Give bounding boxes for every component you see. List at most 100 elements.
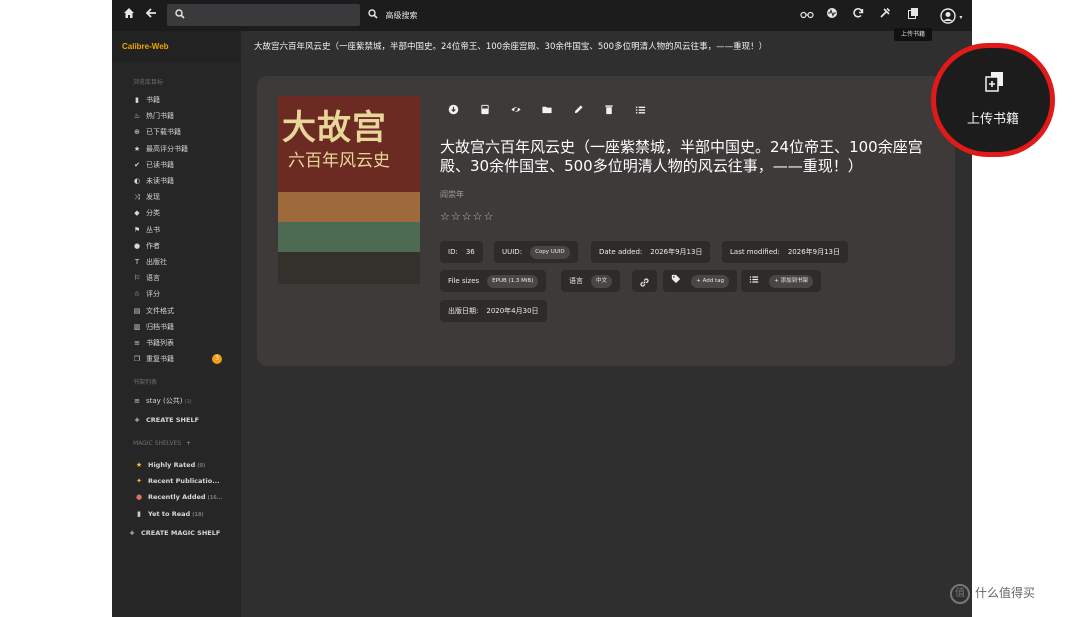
language-chip[interactable]: 中文 — [591, 274, 613, 288]
search-icon — [171, 6, 189, 24]
add-tag-button[interactable]: + Add tag — [691, 274, 730, 288]
fire-icon: ♨ — [133, 112, 141, 121]
read-book-icon[interactable] — [477, 104, 493, 120]
sidebar-item[interactable]: ❐ 重复书籍 — [132, 352, 174, 366]
sidebar-item[interactable]: ★ 最高评分书籍 — [132, 142, 188, 156]
upload-icon[interactable] — [904, 6, 922, 24]
shelf-label: stay (公共) — [146, 397, 183, 405]
last-modified-pill: Last modified: 2026年9月13日 — [722, 241, 849, 263]
sidebar-item[interactable]: ◐ 未读书籍 — [132, 174, 174, 188]
create-magic-shelf-label: CREATE MAGIC SHELF — [141, 529, 221, 537]
tags-pill: + Add tag — [663, 270, 738, 292]
sidebar-item[interactable]: ⊕ 已下载书籍 — [132, 125, 181, 139]
list-icon[interactable] — [632, 104, 648, 120]
star-icon: ★ — [135, 461, 143, 469]
book-author[interactable]: 阎崇年 — [440, 189, 464, 200]
trash-icon: ▥ — [133, 322, 141, 331]
advanced-search-link[interactable]: 高级搜索 — [368, 6, 418, 24]
tools-icon[interactable] — [876, 6, 894, 24]
sidebar-item[interactable]: ◆ 分类 — [132, 206, 160, 220]
user-menu[interactable]: ▾ — [938, 6, 964, 24]
magic-shelves-title: MAGIC SHELVES + — [133, 440, 191, 447]
refresh-icon[interactable] — [849, 6, 867, 24]
sidebar-item[interactable]: T 出版社 — [132, 255, 167, 269]
sidebar-item-label: 归档书籍 — [146, 322, 174, 331]
create-shelf-link[interactable]: + CREATE SHELF — [132, 413, 199, 427]
tag-icon — [671, 274, 683, 285]
sidebar-item[interactable]: ✔ 已读书籍 — [132, 158, 174, 172]
sidebar-item[interactable]: ▥ 归档书籍 — [132, 320, 174, 334]
search-input[interactable] — [193, 7, 353, 23]
calibre-web-app: 高级搜索 ▾ Calibre-Web 浏览库目标 ▮ 书籍 ♨ 热门书籍 ⊕ 已… — [112, 0, 972, 617]
sidebar-item[interactable]: ● 作者 — [132, 239, 160, 253]
uuid-label: UUID: — [502, 248, 523, 256]
sidebar-item-label: 作者 — [146, 241, 160, 250]
sidebar-item[interactable]: ♨ 热门书籍 — [132, 109, 174, 123]
magic-shelves-label: MAGIC SHELVES — [133, 440, 182, 447]
zoom-callout: 上传书籍 — [931, 43, 1055, 157]
sidebar-item[interactable]: ▮ 书籍 — [132, 93, 160, 107]
sidebar-item[interactable]: ⚐ 语言 — [132, 271, 160, 285]
shelf-count: (1) — [184, 399, 192, 405]
copy-uuid-button[interactable]: Copy UUID — [530, 245, 570, 259]
add-magic-shelf-button[interactable]: + — [186, 440, 191, 447]
cover-band-gold — [278, 192, 420, 222]
file-format-chip[interactable]: EPUB (1.3 MiB) — [487, 274, 539, 288]
delete-icon[interactable] — [601, 104, 617, 120]
sidebar-item-label: 丛书 — [146, 225, 160, 234]
brand-logo[interactable]: Calibre-Web — [112, 31, 241, 63]
folder-icon[interactable] — [539, 104, 555, 120]
check-icon: ✔ — [134, 160, 140, 169]
sidebar-item[interactable]: ⚑ 丛书 — [132, 223, 160, 237]
magic-shelf-label: Recently Added — [148, 493, 206, 502]
cover-band-dark — [278, 252, 420, 284]
upload-icon — [983, 70, 1005, 92]
date-added-pill: Date added: 2026年9月13日 — [591, 241, 711, 263]
book-cover[interactable]: 大故宫 六百年风云史 — [278, 96, 420, 284]
back-icon[interactable] — [142, 6, 160, 24]
home-icon[interactable] — [120, 6, 138, 24]
add-to-shelf-button[interactable]: + 添加到书架 — [769, 274, 814, 288]
magic-shelf-item[interactable]: ★ Highly Rated (0) — [134, 458, 205, 472]
search-bar[interactable] — [167, 4, 360, 26]
watermark-logo: 值 — [950, 583, 970, 604]
magic-shelf-count: (16... — [207, 495, 223, 502]
create-magic-shelf-link[interactable]: + CREATE MAGIC SHELF — [127, 526, 220, 540]
magic-shelf-item[interactable]: ● Recently Added (16... — [134, 490, 223, 504]
pubdate-pill: 出版日期: 2020年4月30日 — [440, 300, 547, 322]
edit-icon[interactable] — [570, 104, 586, 120]
magic-shelf-item[interactable]: ▮ Yet to Read (18) — [134, 507, 204, 521]
text-size-icon: T — [134, 258, 140, 266]
upload-tooltip: 上传书籍 — [894, 28, 932, 41]
file-sizes-label: File sizes — [448, 277, 480, 285]
shelf-pill: + 添加到书架 — [741, 270, 822, 292]
sidebar-item[interactable]: ☆ 评分 — [132, 287, 160, 301]
eye-slash-icon: ◐ — [133, 177, 141, 185]
sidebar-item-label: 分类 — [146, 209, 160, 218]
top-navbar: 高级搜索 ▾ — [112, 0, 972, 31]
sidebar-item[interactable]: ≡ 书籍列表 — [132, 336, 174, 350]
link-pill[interactable] — [632, 270, 657, 292]
hide-icon[interactable] — [508, 104, 524, 120]
file-sizes-pill: File sizes EPUB (1.3 MiB) — [440, 270, 547, 292]
magic-shelf-label: Highly Rated — [148, 461, 196, 469]
sidebar-item[interactable]: ▤ 文件格式 — [132, 304, 174, 318]
eye-glasses-icon[interactable] — [798, 6, 816, 24]
random-icon: ⤨ — [134, 193, 140, 202]
download-icon[interactable] — [445, 104, 461, 120]
file-icon: ▤ — [133, 306, 141, 315]
sidebar-item[interactable]: ⤨ 发现 — [132, 190, 160, 204]
sidebar-item-label: 已读书籍 — [146, 160, 174, 169]
shelf-item[interactable]: ≡ stay (公共) (1) — [132, 394, 192, 408]
pubdate-label: 出版日期: — [448, 307, 479, 315]
language-pill: 语言 中文 — [561, 270, 621, 292]
magic-shelf-label: Yet to Read — [148, 509, 191, 518]
magic-shelf-item[interactable]: ✦ Recent Publicatio... — [134, 474, 222, 488]
activity-icon[interactable] — [823, 6, 841, 24]
sidebar-item-label: 语言 — [146, 274, 160, 283]
page-title: 大故宫六百年风云史（一座紫禁城，半部中国史。24位帝王、100余座宫殿、30余件… — [254, 42, 768, 52]
sidebar-item-label: 重复书籍 — [146, 355, 174, 364]
date-added-label: Date added: — [599, 248, 643, 256]
screenshot-stage: 高级搜索 ▾ Calibre-Web 浏览库目标 ▮ 书籍 ♨ 热门书籍 ⊕ 已… — [0, 0, 1080, 617]
book-icon: ▮ — [137, 509, 141, 518]
